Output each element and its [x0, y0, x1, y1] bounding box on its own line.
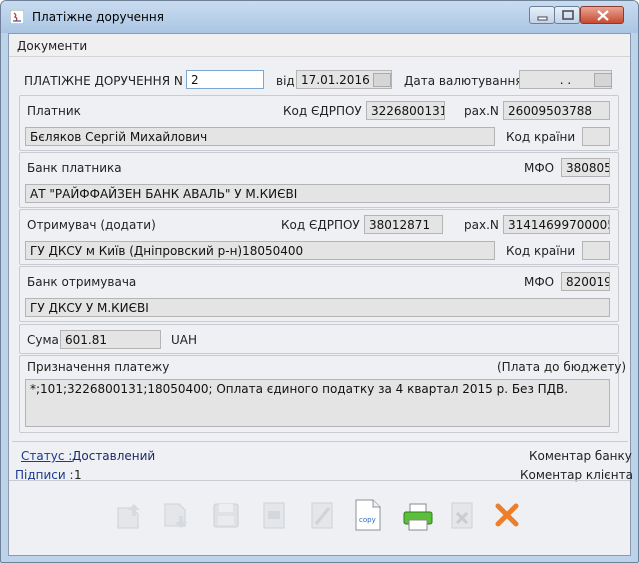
doc-number-input[interactable]: 2 — [186, 70, 264, 89]
recipient-name-field[interactable]: ГУ ДКСУ м Київ (Дніпровский р-н)18050400 — [25, 241, 495, 260]
payer-bank-label: Банк платника — [27, 161, 122, 175]
recipient-bank-label: Банк отримувача — [27, 275, 137, 289]
status-link[interactable]: Статус : — [21, 449, 72, 463]
window-title: Платіжне доручення — [32, 10, 164, 24]
minimize-button[interactable] — [529, 6, 555, 24]
print-icon[interactable] — [402, 503, 434, 531]
status-value: Доставлений — [72, 449, 156, 463]
amount-field[interactable]: 601.81 — [60, 330, 161, 349]
toolbar-separator — [9, 480, 630, 481]
close-icon[interactable] — [492, 500, 522, 530]
window-client-area: Документи ПЛАТІЖНЕ ДОРУЧЕННЯ N 2 від 17.… — [8, 33, 633, 556]
status-divider — [12, 441, 628, 442]
view-document-icon[interactable] — [259, 500, 289, 530]
purpose-label: Призначення платежу — [27, 360, 170, 374]
doc-number-label: ПЛАТІЖНЕ ДОРУЧЕННЯ N — [24, 74, 183, 88]
menu-documents[interactable]: Документи — [17, 39, 87, 53]
payer-account-field[interactable]: 26009503788 — [503, 101, 610, 120]
payer-bank-mfo-field[interactable]: 380805 — [561, 158, 610, 177]
payer-edrpou-label: Код ЄДРПОУ — [283, 104, 362, 118]
payment-order-window: Платіжне доручення Документи ПЛАТІЖНЕ ДО… — [0, 0, 639, 563]
maximize-icon — [562, 10, 574, 20]
date-label: від — [276, 74, 295, 88]
payer-bank-mfo-label: МФО — [524, 161, 555, 175]
close-icon — [597, 10, 609, 21]
payer-label: Платник — [27, 104, 81, 118]
maximize-button[interactable] — [554, 6, 580, 24]
value-date-label: Дата валютування — [404, 74, 523, 88]
close-window-button[interactable] — [580, 6, 624, 24]
minimize-icon — [537, 16, 548, 21]
recipient-country-label: Код країни — [506, 244, 576, 258]
delete-icon[interactable] — [447, 500, 477, 530]
recipient-bank-mfo-field[interactable]: 820019 — [561, 272, 610, 291]
recipient-country-field[interactable] — [582, 241, 610, 260]
payer-bank-name-field[interactable]: АТ "РАЙФФАЙЗЕН БАНК АВАЛЬ" У М.КИЄВІ — [25, 184, 610, 203]
recipient-bank-mfo-label: МФО — [524, 275, 555, 289]
menu-bar: Документи — [9, 34, 630, 57]
save-icon[interactable] — [211, 500, 241, 530]
payer-country-label: Код країни — [506, 130, 576, 144]
payer-country-field[interactable] — [582, 127, 610, 146]
recipient-bank-name-field[interactable]: ГУ ДКСУ У М.КИЄВІ — [25, 298, 610, 317]
amount-label: Сума — [27, 333, 59, 347]
copy-icon-label: copy — [359, 516, 376, 524]
move-down-icon[interactable] — [161, 500, 191, 530]
bank-comment-label[interactable]: Коментар банку — [529, 449, 632, 463]
payer-edrpou-field[interactable]: 3226800131 — [366, 101, 445, 120]
value-date-picker-button[interactable] — [594, 73, 612, 87]
recipient-edrpou-label: Код ЄДРПОУ — [281, 218, 360, 232]
java-app-icon — [10, 10, 24, 24]
date-picker-button[interactable] — [373, 73, 391, 87]
title-bar: Платіжне доручення — [1, 1, 638, 33]
recipient-edrpou-field[interactable]: 38012871 — [364, 215, 443, 234]
copy-icon[interactable]: copy — [353, 498, 385, 532]
recipient-label[interactable]: Отримувач (додати) — [27, 218, 156, 232]
recipient-account-field[interactable]: 31414699700005 — [503, 215, 610, 234]
budget-payment-note: (Плата до бюджету) — [497, 360, 627, 374]
move-up-icon[interactable] — [114, 500, 144, 530]
recipient-account-label: рах.N — [464, 218, 499, 232]
purpose-text-field[interactable]: *;101;3226800131;18050400; Оплата єдиног… — [25, 379, 610, 427]
edit-icon[interactable] — [307, 500, 337, 530]
currency-label: UAH — [171, 333, 198, 347]
payer-name-field[interactable]: Бєляков Сергій Михайлович — [25, 127, 495, 146]
payer-account-label: рах.N — [464, 104, 499, 118]
